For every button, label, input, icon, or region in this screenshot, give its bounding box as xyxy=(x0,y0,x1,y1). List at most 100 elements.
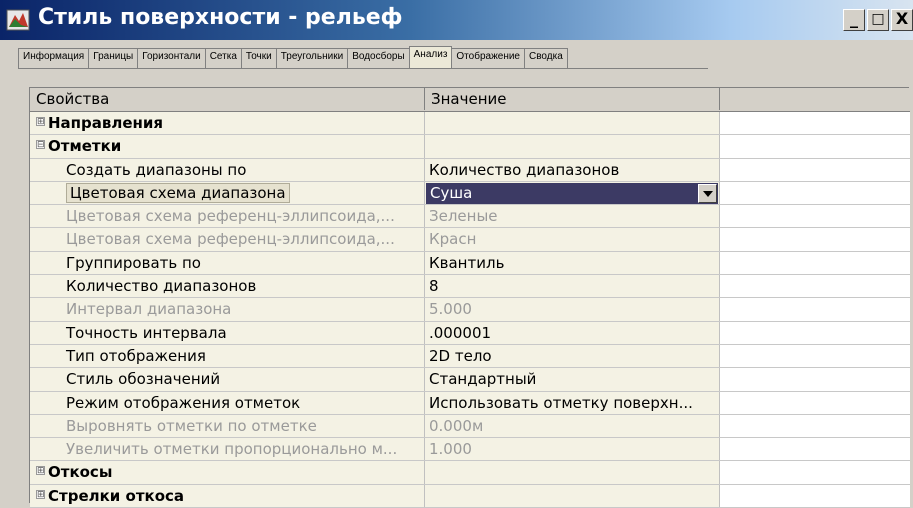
empty-cell xyxy=(720,158,910,181)
tab-3[interactable]: Сетка xyxy=(204,48,242,68)
property-label: Цветовая схема диапазона xyxy=(66,182,290,203)
property-label: Отметки xyxy=(48,137,122,156)
property-value-cell: 1.000 xyxy=(425,438,720,461)
property-value: Красн xyxy=(429,230,477,249)
property-name-cell: ⊞ Стрелки откоса xyxy=(30,484,425,508)
tab-8[interactable]: Отображение xyxy=(451,48,525,68)
property-value: 8 xyxy=(429,277,439,296)
tab-2[interactable]: Горизонтали xyxy=(137,48,206,68)
property-row[interactable]: Стиль обозначений Стандартный xyxy=(30,368,910,392)
property-row[interactable]: Тип отображения 2D тело xyxy=(30,344,910,369)
tab-0[interactable]: Информация xyxy=(18,48,90,68)
dropdown-value: Суша xyxy=(430,183,473,202)
category-row[interactable]: ⊞ Направления xyxy=(30,112,910,136)
property-value-cell[interactable]: Квантиль xyxy=(425,251,720,275)
tab-7[interactable]: Анализ xyxy=(408,46,453,68)
maximize-button[interactable]: □ xyxy=(867,9,889,31)
title-bar: Стиль поверхности - рельеф _ □ X xyxy=(0,0,913,40)
property-value: 0.000м xyxy=(429,416,484,435)
property-value-cell: Зеленые xyxy=(425,205,720,228)
property-name-cell: Цветовая схема референц-эллипсоида,... xyxy=(30,205,425,228)
property-label: Создать диапазоны по xyxy=(66,160,247,179)
empty-cell xyxy=(720,391,910,414)
color-scheme-dropdown[interactable]: Суша xyxy=(426,182,718,204)
property-value: Количество диапазонов xyxy=(429,160,620,179)
property-value: Зеленые xyxy=(429,207,498,226)
property-value-cell: 5.000 xyxy=(425,298,720,321)
property-value-cell[interactable]: 2D тело xyxy=(425,344,720,368)
property-label: Количество диапазонов xyxy=(66,277,257,296)
empty-cell xyxy=(720,321,910,344)
property-row[interactable]: Цветовая схема референц-эллипсоида,... Кр… xyxy=(30,228,910,252)
tab-4[interactable]: Точки xyxy=(240,48,277,68)
property-name-cell: Интервал диапазона xyxy=(30,298,425,321)
surface-style-icon xyxy=(6,9,30,31)
property-name-cell: Точность интервала xyxy=(30,321,425,344)
property-row[interactable]: Цветовая схема референц-эллипсоида,... Зе… xyxy=(30,205,910,229)
property-value-cell[interactable]: Стандартный xyxy=(425,368,720,391)
property-row[interactable]: Режим отображения отметок Использовать от… xyxy=(30,391,910,415)
property-name-cell: Цветовая схема диапазона xyxy=(30,181,425,205)
grid-header: Свойства Значение xyxy=(30,88,910,112)
empty-cell xyxy=(720,181,910,205)
tab-1[interactable]: Границы xyxy=(88,48,139,68)
property-value-cell[interactable]: 8 xyxy=(425,275,720,298)
property-name-cell: Увеличить отметки пропорционально м... xyxy=(30,438,425,461)
minimize-button[interactable]: _ xyxy=(843,9,865,31)
properties-grid: Свойства Значение ⊞ Направления ⊟ Отметки Со… xyxy=(29,87,910,508)
property-row[interactable]: Увеличить отметки пропорционально м... 1.… xyxy=(30,438,910,462)
empty-cell xyxy=(720,461,910,484)
expand-icon[interactable]: ⊞ xyxy=(36,117,45,127)
property-value-cell[interactable] xyxy=(425,484,720,508)
property-value-cell[interactable]: Использовать отметку поверхн... xyxy=(425,391,720,414)
property-value: 2D тело xyxy=(429,346,492,365)
property-row[interactable]: Точность интервала .000001 xyxy=(30,321,910,345)
column-header-property[interactable]: Свойства xyxy=(30,88,425,110)
expand-icon[interactable]: ⊞ xyxy=(36,466,45,476)
empty-cell xyxy=(720,112,910,135)
tab-6[interactable]: Водосборы xyxy=(347,48,410,68)
window-title: Стиль поверхности - рельеф xyxy=(38,5,403,30)
empty-cell xyxy=(720,228,910,251)
property-value: .000001 xyxy=(429,323,492,342)
property-name-cell: Цветовая схема референц-эллипсоида,... xyxy=(30,228,425,251)
property-value-cell: Красн xyxy=(425,228,720,251)
property-name-cell: Группировать по xyxy=(30,251,425,275)
property-label: Стиль обозначений xyxy=(66,370,221,389)
property-label: Выровнять отметки по отметке xyxy=(66,416,317,435)
property-row[interactable]: Интервал диапазона 5.000 xyxy=(30,298,910,322)
property-name-cell: ⊞ Откосы xyxy=(30,461,425,484)
property-name-cell: Стиль обозначений xyxy=(30,368,425,391)
property-row[interactable]: Выровнять отметки по отметке 0.000м xyxy=(30,414,910,439)
property-row[interactable]: Количество диапазонов 8 xyxy=(30,275,910,299)
property-row[interactable]: Цветовая схема диапазона Суша xyxy=(30,181,910,206)
empty-cell xyxy=(720,251,910,275)
chevron-down-icon[interactable] xyxy=(698,183,717,203)
empty-cell xyxy=(720,414,910,438)
column-header-empty xyxy=(720,88,910,110)
property-label: Стрелки откоса xyxy=(48,486,185,505)
property-label: Откосы xyxy=(48,463,113,482)
expand-icon[interactable]: ⊞ xyxy=(36,489,45,499)
property-value-cell[interactable] xyxy=(425,112,720,135)
property-value-cell[interactable]: .000001 xyxy=(425,321,720,344)
property-value-cell[interactable] xyxy=(425,135,720,158)
property-value: Использовать отметку поверхн... xyxy=(429,393,693,412)
collapse-icon[interactable]: ⊟ xyxy=(36,140,45,150)
property-name-cell: Тип отображения xyxy=(30,344,425,368)
property-value-cell[interactable] xyxy=(425,461,720,484)
property-name-cell: Режим отображения отметок xyxy=(30,391,425,414)
property-name-cell: ⊞ Направления xyxy=(30,112,425,135)
tab-9[interactable]: Сводка xyxy=(524,48,568,68)
property-row[interactable]: Группировать по Квантиль xyxy=(30,251,910,276)
close-button[interactable]: X xyxy=(891,9,913,31)
column-header-value[interactable]: Значение xyxy=(425,88,720,110)
category-row[interactable]: ⊟ Отметки xyxy=(30,135,910,159)
property-value: 1.000 xyxy=(429,440,472,459)
property-row[interactable]: Создать диапазоны по Количество диапазоно… xyxy=(30,158,910,182)
empty-cell xyxy=(720,205,910,228)
category-row[interactable]: ⊞ Стрелки откоса xyxy=(30,484,910,508)
category-row[interactable]: ⊞ Откосы xyxy=(30,461,910,485)
property-value-cell[interactable]: Количество диапазонов xyxy=(425,158,720,181)
tab-5[interactable]: Треугольники xyxy=(275,48,349,68)
